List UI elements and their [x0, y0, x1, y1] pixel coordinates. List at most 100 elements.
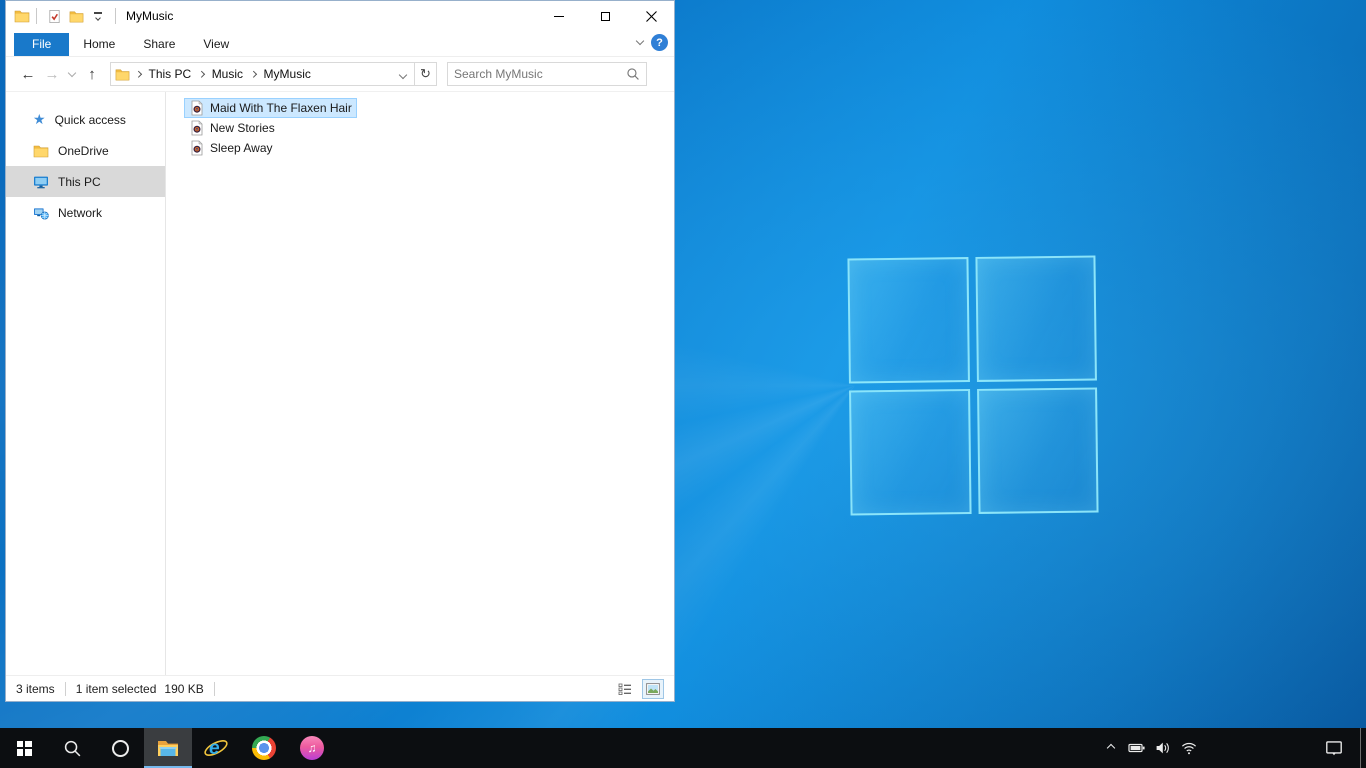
action-center-icon	[1325, 739, 1343, 757]
this-pc-icon	[33, 174, 49, 190]
windows-logo-wallpaper	[847, 255, 1099, 516]
qat-customize-button[interactable]	[87, 5, 109, 27]
sidebar-item-network[interactable]: Network	[6, 197, 165, 228]
sidebar-item-label: Quick access	[54, 112, 126, 127]
breadcrumb-separator-icon[interactable]	[250, 70, 257, 78]
minimize-button[interactable]	[536, 1, 582, 31]
taskbar-file-explorer-button[interactable]	[144, 728, 192, 768]
taskbar-itunes-button[interactable]: ♫	[288, 728, 336, 768]
properties-icon	[47, 9, 62, 24]
navigation-pane: ★ Quick access OneDrive This PC Network	[6, 92, 166, 675]
address-folder-icon	[115, 67, 130, 82]
file-item[interactable]: Sleep Away	[184, 138, 278, 158]
logo-pane	[974, 255, 1097, 382]
sidebar-item-label: OneDrive	[58, 143, 109, 158]
file-name: Maid With The Flaxen Hair	[210, 100, 352, 115]
taskbar-internet-explorer-button[interactable]: e	[192, 728, 240, 768]
onedrive-icon	[33, 143, 49, 159]
close-button[interactable]	[628, 1, 674, 31]
breadcrumb-music[interactable]: Music	[210, 67, 245, 81]
music-note-glyph: ♫	[307, 741, 317, 755]
taskbar: e ♫	[0, 728, 1366, 768]
file-item[interactable]: New Stories	[184, 118, 280, 138]
address-bar[interactable]: This PC Music MyMusic	[110, 62, 415, 86]
file-list-pane[interactable]: Maid With The Flaxen Hair New Stories Sl…	[166, 92, 674, 675]
logo-pane	[847, 257, 970, 384]
show-desktop-button[interactable]	[1360, 728, 1366, 768]
item-count: 3 items	[16, 681, 55, 696]
address-dropdown-icon[interactable]	[398, 67, 410, 81]
caption-buttons	[536, 1, 674, 31]
new-folder-icon	[69, 9, 84, 24]
chevron-up-icon	[1106, 743, 1116, 753]
navigation-bar: ← → ↑ This PC Music MyMusic ↻	[6, 57, 674, 91]
taskbar-chrome-button[interactable]	[240, 728, 288, 768]
divider	[36, 8, 37, 24]
action-center-button[interactable]	[1314, 728, 1354, 768]
details-view-button[interactable]	[614, 679, 636, 699]
internet-explorer-icon: e	[204, 738, 228, 759]
network-icon	[33, 205, 49, 221]
up-button[interactable]: ↑	[80, 62, 104, 86]
divider	[64, 681, 66, 696]
taskbar-search-button[interactable]	[48, 728, 96, 768]
volume-status[interactable]	[1150, 728, 1176, 768]
maximize-icon	[600, 11, 610, 21]
maximize-button[interactable]	[582, 1, 628, 31]
help-button[interactable]: ?	[651, 34, 668, 51]
audio-file-icon	[189, 140, 205, 156]
file-explorer-icon	[156, 736, 180, 760]
window-title: MyMusic	[126, 9, 174, 23]
battery-status[interactable]	[1124, 728, 1150, 768]
forward-button[interactable]: →	[40, 62, 64, 86]
sidebar-item-quick-access[interactable]: ★ Quick access	[6, 104, 165, 135]
title-bar[interactable]: MyMusic	[6, 1, 674, 31]
file-item-selected[interactable]: Maid With The Flaxen Hair	[184, 98, 357, 118]
search-box[interactable]	[447, 62, 647, 86]
close-icon	[645, 10, 657, 22]
sidebar-item-label: This PC	[58, 174, 101, 189]
large-icons-view-icon	[645, 681, 661, 697]
search-input[interactable]	[454, 67, 626, 81]
cortana-icon	[111, 739, 129, 757]
divider	[115, 8, 116, 24]
logo-pane	[976, 387, 1099, 514]
qat-new-folder-button[interactable]	[65, 5, 87, 27]
expand-ribbon-icon[interactable]	[635, 36, 645, 46]
qat-properties-button[interactable]	[43, 5, 65, 27]
large-icons-view-button[interactable]	[642, 678, 664, 699]
tab-file[interactable]: File	[14, 33, 70, 56]
network-status[interactable]	[1176, 728, 1202, 768]
chrome-icon	[252, 736, 276, 760]
file-name: New Stories	[210, 120, 275, 135]
cortana-button[interactable]	[96, 728, 144, 768]
audio-file-icon	[189, 120, 205, 136]
tab-share[interactable]: Share	[129, 33, 189, 56]
selection-size: 190 KB	[164, 681, 204, 696]
audio-file-icon	[189, 100, 205, 116]
itunes-icon: ♫	[300, 736, 324, 760]
details-view-icon	[617, 681, 633, 697]
start-button[interactable]	[0, 728, 48, 768]
refresh-button[interactable]: ↻	[415, 62, 437, 86]
divider	[213, 681, 215, 696]
windows-start-icon	[16, 740, 32, 756]
recent-locations-button[interactable]	[64, 62, 80, 86]
window-folder-icon	[14, 8, 30, 24]
ribbon-tabs: File Home Share View ?	[6, 31, 674, 57]
back-button[interactable]: ←	[16, 62, 40, 86]
ie-letter: e	[209, 738, 220, 759]
tab-view[interactable]: View	[189, 33, 243, 56]
sidebar-item-this-pc[interactable]: This PC	[6, 166, 165, 197]
breadcrumb-mymusic[interactable]: MyMusic	[262, 67, 313, 81]
breadcrumb-separator-icon[interactable]	[198, 70, 205, 78]
wifi-icon	[1181, 740, 1197, 756]
search-icon	[63, 739, 82, 758]
sidebar-item-onedrive[interactable]: OneDrive	[6, 135, 165, 166]
tab-home[interactable]: Home	[69, 33, 129, 56]
file-name: Sleep Away	[210, 140, 273, 155]
system-tray	[1098, 728, 1366, 768]
show-hidden-icons-button[interactable]	[1098, 728, 1124, 768]
minimize-icon	[554, 15, 564, 17]
breadcrumb-this-pc[interactable]: This PC	[147, 67, 194, 81]
